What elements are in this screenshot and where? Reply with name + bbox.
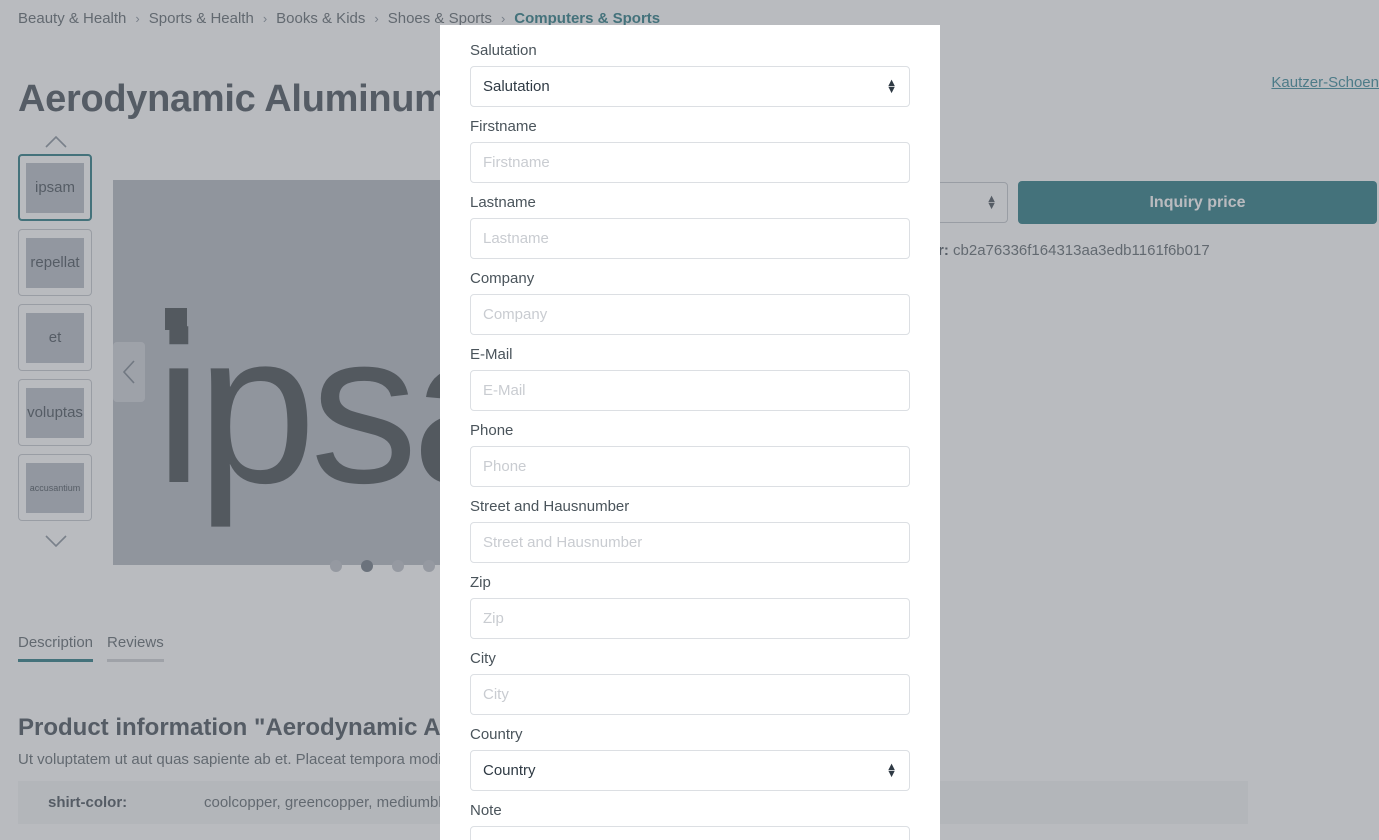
select-wrap-country: Country ▲ ▼ (470, 750, 910, 800)
label-zip: Zip (470, 574, 491, 591)
email-input[interactable] (470, 370, 910, 411)
phone-input[interactable] (470, 446, 910, 487)
select-wrap-salutation: Salutation ▲ ▼ (470, 66, 910, 116)
label-street: Street and Hausnumber (470, 498, 630, 515)
field-note: Note (470, 800, 910, 840)
lastname-input[interactable] (470, 218, 910, 259)
label-country: Country (470, 726, 523, 743)
label-email: E-Mail (470, 346, 513, 363)
label-company: Company (470, 270, 535, 287)
label-firstname: Firstname (470, 118, 537, 135)
field-street: Street and Hausnumber (470, 496, 910, 572)
field-phone: Phone (470, 420, 910, 496)
label-lastname: Lastname (470, 194, 536, 211)
label-note: Note (470, 802, 502, 819)
zip-input[interactable] (470, 598, 910, 639)
note-textarea[interactable] (470, 826, 910, 840)
country-select[interactable]: Country (470, 750, 910, 791)
field-country: Country Country ▲ ▼ (470, 724, 910, 800)
field-salutation: Salutation Salutation ▲ ▼ (470, 40, 910, 116)
field-email: E-Mail (470, 344, 910, 420)
company-input[interactable] (470, 294, 910, 335)
label-phone: Phone (470, 422, 514, 439)
field-firstname: Firstname (470, 116, 910, 192)
label-city: City (470, 650, 496, 667)
label-salutation: Salutation (470, 42, 537, 59)
field-company: Company (470, 268, 910, 344)
field-lastname: Lastname (470, 192, 910, 268)
firstname-input[interactable] (470, 142, 910, 183)
field-city: City (470, 648, 910, 724)
inquiry-form-modal: SalutationSalutation▲▼FirstnameLastnameC… (440, 25, 940, 840)
city-input[interactable] (470, 674, 910, 715)
inquiry-form: SalutationSalutation▲▼FirstnameLastnameC… (470, 40, 910, 840)
field-zip: Zip (470, 572, 910, 648)
salutation-select[interactable]: Salutation (470, 66, 910, 107)
street-input[interactable] (470, 522, 910, 563)
